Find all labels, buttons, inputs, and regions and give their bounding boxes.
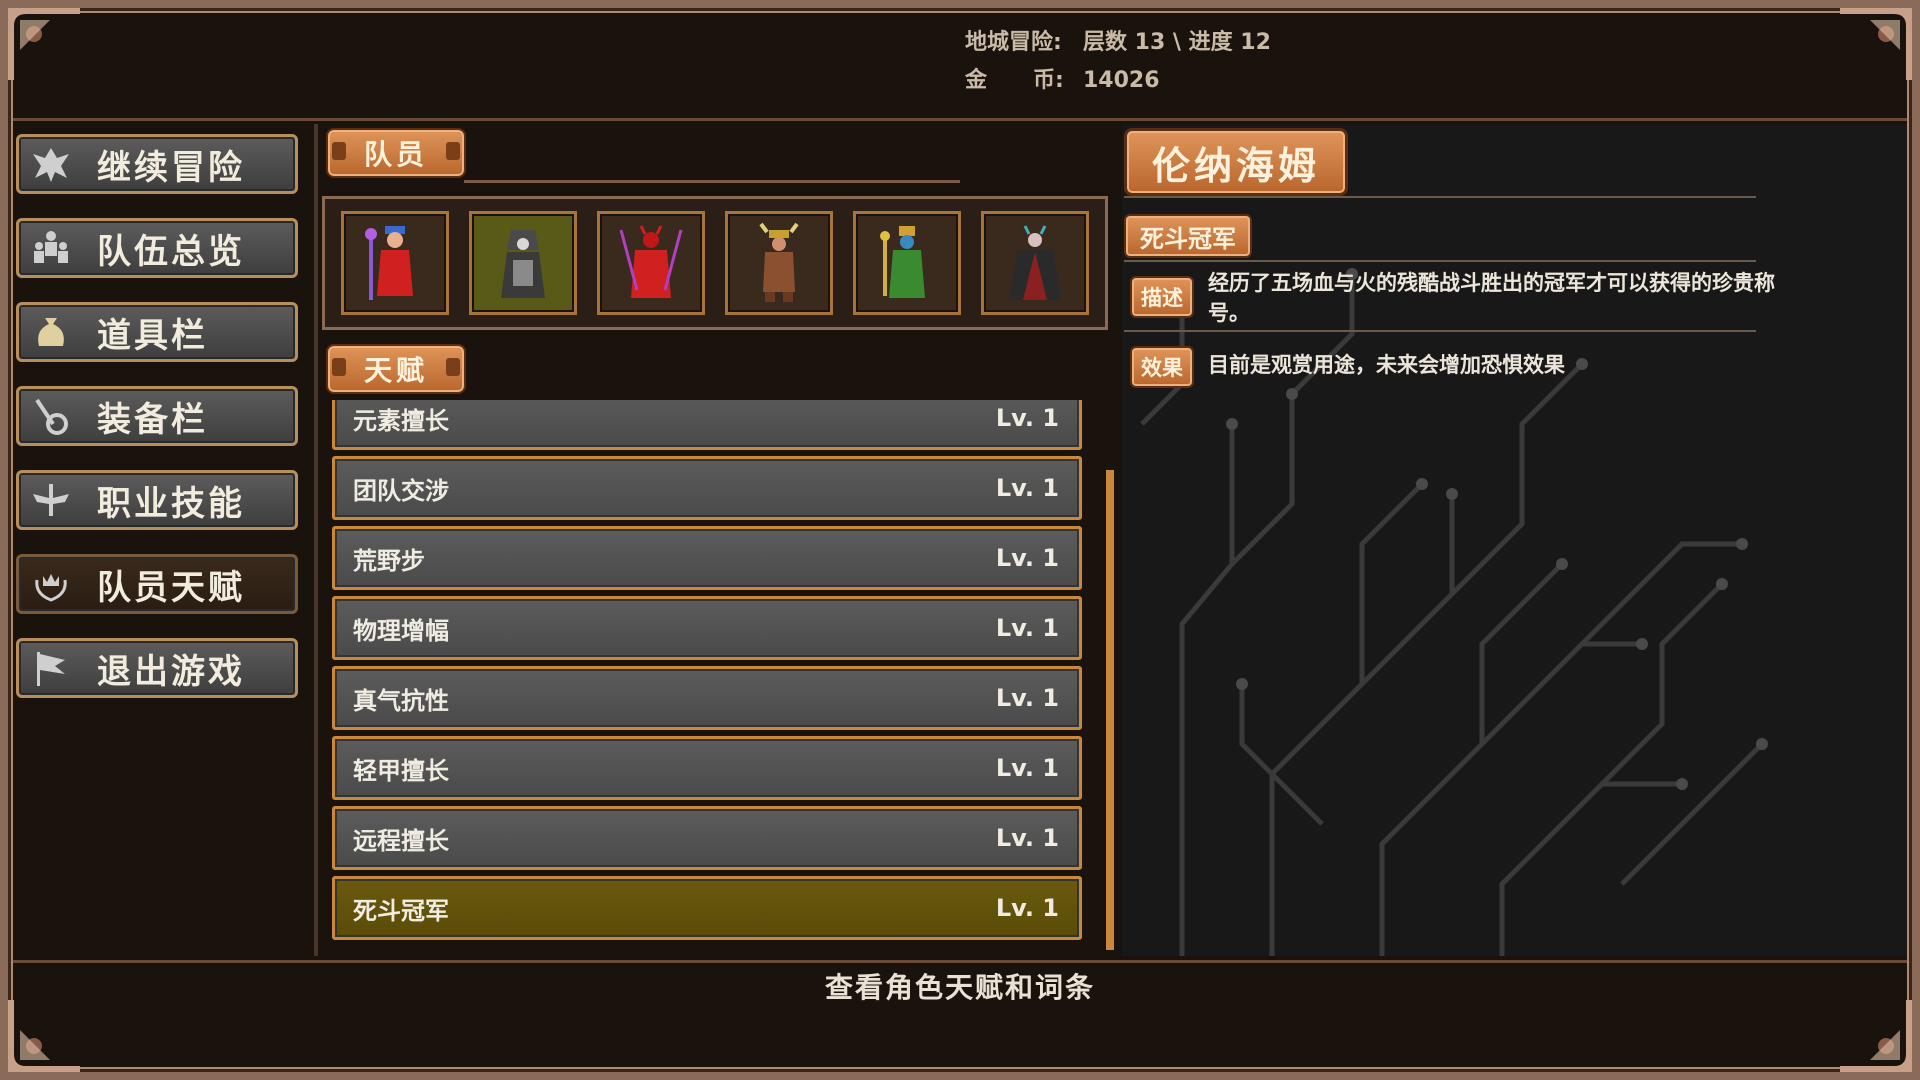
equipment-icon xyxy=(27,392,75,440)
talent-name: 物理增幅 xyxy=(353,616,449,645)
talent-name: 死斗冠军 xyxy=(353,896,449,925)
member-list xyxy=(322,196,1108,330)
dungeon-progress: 层数 13 \ 进度 12 xyxy=(1083,30,1271,55)
knight-portrait xyxy=(1009,225,1061,300)
flag-icon xyxy=(27,644,75,692)
talent-row[interactable]: 元素擅长 Lv. 1 xyxy=(332,400,1082,450)
party-overview-button[interactable]: 队伍总览 xyxy=(16,218,298,278)
header-divider xyxy=(12,118,1908,121)
member-slot-green-priest[interactable] xyxy=(853,211,961,315)
talent-level: Lv. 1 xyxy=(995,614,1059,642)
menu-label: 职业技能 xyxy=(97,483,245,524)
member-slot-horned-barbarian[interactable] xyxy=(725,211,833,315)
description-tag: 描述 xyxy=(1130,276,1194,318)
talent-level: Lv. 1 xyxy=(995,544,1059,572)
gold-amount: 14026 xyxy=(1083,68,1160,93)
member-slot-red-demon[interactable] xyxy=(597,211,705,315)
corner-ornament xyxy=(0,0,90,90)
detail-divider xyxy=(1124,330,1756,332)
character-name-banner: 伦纳海姆 xyxy=(1124,128,1348,196)
inventory-button[interactable]: 道具栏 xyxy=(16,302,298,362)
detail-divider xyxy=(1124,196,1756,198)
status-info: 地城冒险: 层数 13 \ 进度 12 金 币: 14026 xyxy=(965,24,1271,100)
menu-label: 队员天赋 xyxy=(97,567,245,608)
winged-sword-icon xyxy=(27,476,75,524)
red-mage-portrait xyxy=(365,226,413,300)
talent-name: 轻甲擅长 xyxy=(353,756,449,785)
class-skills-button[interactable]: 职业技能 xyxy=(16,470,298,530)
talent-name: 真气抗性 xyxy=(353,686,449,715)
talent-level: Lv. 1 xyxy=(995,894,1059,922)
menu-label: 队伍总览 xyxy=(97,231,245,272)
talent-list-scrollbar[interactable] xyxy=(1106,470,1114,950)
talents-title: 天赋 xyxy=(363,354,428,387)
talent-level: Lv. 1 xyxy=(995,824,1059,852)
laurel-crown-icon xyxy=(27,560,75,608)
member-talents-button[interactable]: 队员天赋 xyxy=(16,554,298,614)
description-line: 号。 xyxy=(1208,301,1250,325)
exit-game-button[interactable]: 退出游戏 xyxy=(16,638,298,698)
detail-divider xyxy=(1124,260,1756,262)
members-title: 队员 xyxy=(363,138,428,171)
effect-tag: 效果 xyxy=(1130,346,1194,388)
continue-adventure-button[interactable]: 继续冒险 xyxy=(16,134,298,194)
priest-portrait xyxy=(880,226,925,298)
members-section-tag: 队员 xyxy=(326,128,466,178)
menu-label: 退出游戏 xyxy=(97,651,245,692)
talent-row[interactable]: 轻甲擅长 Lv. 1 xyxy=(332,736,1082,800)
corner-ornament xyxy=(1830,990,1920,1080)
talent-effect: 目前是观赏用途，未来会增加恐惧效果 xyxy=(1208,353,1565,377)
member-slot-hooded-necromancer[interactable] xyxy=(469,211,577,315)
talent-list: 元素擅长 Lv. 1 团队交涉 Lv. 1 荒野步 Lv. 1 物理增幅 Lv. 1 真… xyxy=(332,400,1082,948)
demon-portrait xyxy=(619,225,683,298)
talent-name: 团队交涉 xyxy=(353,476,449,505)
talent-title-tag: 死斗冠军 xyxy=(1124,214,1252,258)
corner-ornament xyxy=(1830,0,1920,90)
talent-name: 远程擅长 xyxy=(353,826,449,855)
corner-ornament xyxy=(0,990,90,1080)
footer-hint: 查看角色天赋和词条 xyxy=(824,971,1095,1004)
menu-label: 继续冒险 xyxy=(97,147,245,188)
talent-row[interactable]: 真气抗性 Lv. 1 xyxy=(332,666,1082,730)
sidebar-divider xyxy=(314,124,318,956)
talent-row-selected[interactable]: 死斗冠军 Lv. 1 xyxy=(332,876,1082,940)
footer-divider xyxy=(12,960,1908,963)
talent-level: Lv. 1 xyxy=(995,404,1059,432)
talent-row[interactable]: 团队交涉 Lv. 1 xyxy=(332,456,1082,520)
barbarian-portrait xyxy=(759,222,799,302)
talent-row[interactable]: 物理增幅 Lv. 1 xyxy=(332,596,1082,660)
bag-icon xyxy=(27,308,75,356)
equipment-button[interactable]: 装备栏 xyxy=(16,386,298,446)
party-icon xyxy=(27,224,75,272)
description-line: 经历了五场血与火的残酷战斗胜出的冠军才可以获得的珍贵称 xyxy=(1208,271,1775,295)
dragon-icon xyxy=(27,140,75,188)
gold-label: 金 币: xyxy=(965,68,1064,93)
talent-row[interactable]: 荒野步 Lv. 1 xyxy=(332,526,1082,590)
member-slot-dark-knight[interactable] xyxy=(981,211,1089,315)
talent-level: Lv. 1 xyxy=(995,684,1059,712)
member-slot-red-mage[interactable] xyxy=(341,211,449,315)
talent-name: 元素擅长 xyxy=(353,406,449,435)
talent-row[interactable]: 远程擅长 Lv. 1 xyxy=(332,806,1082,870)
necromancer-portrait xyxy=(501,230,545,298)
talents-section-tag: 天赋 xyxy=(326,344,466,394)
menu-label: 装备栏 xyxy=(97,399,208,440)
main-menu: 继续冒险 队伍总览 道具栏 装备栏 职业技能 队员天赋 退出游戏 xyxy=(16,134,298,722)
members-title-line xyxy=(464,180,960,183)
menu-label: 道具栏 xyxy=(97,315,208,356)
talent-level: Lv. 1 xyxy=(995,754,1059,782)
talent-level: Lv. 1 xyxy=(995,474,1059,502)
dungeon-label: 地城冒险: xyxy=(965,30,1062,55)
talent-name: 荒野步 xyxy=(353,546,425,575)
talent-description: 经历了五场血与火的残酷战斗胜出的冠军才可以获得的珍贵称 号。 xyxy=(1208,268,1775,328)
